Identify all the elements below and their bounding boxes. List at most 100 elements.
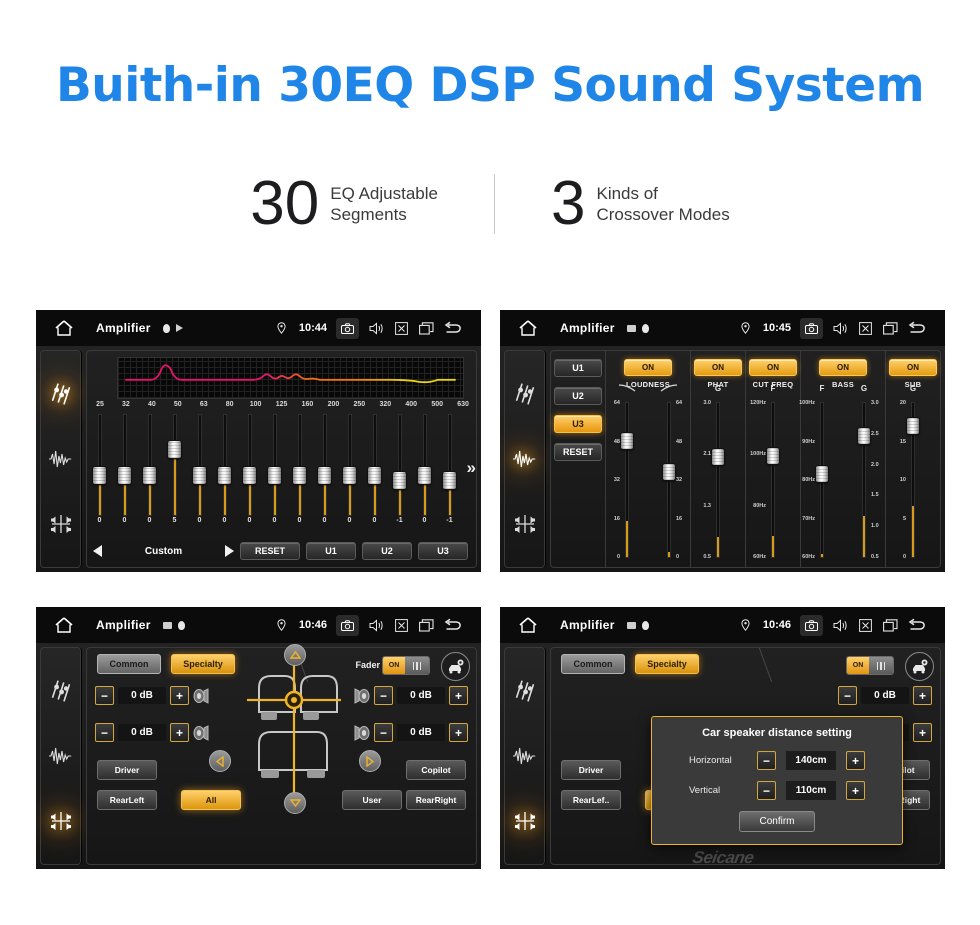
home-icon[interactable] xyxy=(518,319,538,337)
eq-band-slider[interactable] xyxy=(337,415,362,515)
tab-common[interactable]: Common xyxy=(561,654,625,674)
waveform-icon[interactable] xyxy=(512,743,538,769)
car-gear-icon[interactable] xyxy=(905,652,934,681)
fader-toggle[interactable]: ON xyxy=(382,656,430,675)
preset-u1-button[interactable]: U1 xyxy=(306,542,356,560)
equalizer-icon[interactable] xyxy=(48,381,74,407)
back-icon[interactable] xyxy=(443,617,465,633)
balance-icon[interactable] xyxy=(48,808,74,834)
increase-button[interactable]: + xyxy=(449,723,468,742)
eq-band-slider[interactable] xyxy=(237,415,262,515)
slider-thumb[interactable] xyxy=(443,472,456,490)
eq-band-slider[interactable] xyxy=(162,415,187,515)
balance-icon[interactable] xyxy=(48,511,74,537)
equalizer-icon[interactable] xyxy=(512,381,538,407)
slider[interactable]: 64 48 32 16 0 xyxy=(610,384,644,563)
increase-button[interactable]: + xyxy=(913,723,932,742)
increase-button[interactable]: + xyxy=(913,686,932,705)
equalizer-icon[interactable] xyxy=(512,678,538,704)
eq-band-slider[interactable] xyxy=(387,415,412,515)
eq-band-slider[interactable] xyxy=(212,415,237,515)
slider-thumb[interactable] xyxy=(621,432,633,449)
slider-thumb[interactable] xyxy=(293,467,306,484)
close-icon[interactable] xyxy=(393,320,409,336)
tab-specialty[interactable]: Specialty xyxy=(635,654,699,674)
slider-thumb[interactable] xyxy=(816,465,828,482)
waveform-icon[interactable] xyxy=(48,446,74,472)
decrease-button[interactable]: − xyxy=(374,723,393,742)
next-page-icon[interactable]: » xyxy=(467,459,476,476)
slider-thumb[interactable] xyxy=(93,467,106,484)
balance-icon[interactable] xyxy=(512,511,538,537)
camera-icon[interactable] xyxy=(336,317,359,339)
back-icon[interactable] xyxy=(907,617,929,633)
slider-thumb[interactable] xyxy=(218,467,231,484)
seat-button-copilot[interactable]: Copilot xyxy=(406,760,466,780)
slider[interactable]: F 100Hz 90Hz 80Hz 70Hz 60Hz xyxy=(799,384,839,563)
eq-band-slider[interactable] xyxy=(287,415,312,515)
seat-button-rearleft[interactable]: RearLeft xyxy=(97,790,157,810)
waveform-icon[interactable] xyxy=(48,743,74,769)
toggle-sub[interactable]: ON xyxy=(889,359,937,376)
slider-thumb[interactable] xyxy=(418,467,431,484)
eq-band-slider[interactable] xyxy=(412,415,437,515)
seat-button-driver[interactable]: Driver xyxy=(97,760,157,780)
decrease-button[interactable]: − xyxy=(757,751,776,770)
slider-thumb[interactable] xyxy=(907,417,919,434)
recents-icon[interactable] xyxy=(882,320,898,336)
slider[interactable]: G 3.0 2.5 2.0 1.5 1.0 0.5 xyxy=(847,384,881,563)
home-icon[interactable] xyxy=(54,616,74,634)
decrease-button[interactable]: − xyxy=(95,723,114,742)
slider[interactable]: G 3.0 2.1 1.3 0.5 xyxy=(701,384,735,563)
seat-button-rearright[interactable]: RearRight xyxy=(406,790,466,810)
slider-thumb[interactable] xyxy=(318,467,331,484)
eq-band-slider[interactable] xyxy=(137,415,162,515)
decrease-button[interactable]: − xyxy=(374,686,393,705)
slider-thumb[interactable] xyxy=(243,467,256,484)
confirm-button[interactable]: Confirm xyxy=(739,811,815,832)
preset-u2-button[interactable]: U2 xyxy=(554,387,602,405)
increase-button[interactable]: + xyxy=(170,723,189,742)
slider-thumb[interactable] xyxy=(368,467,381,484)
move-left-button[interactable] xyxy=(209,750,231,772)
volume-icon[interactable] xyxy=(368,320,384,336)
prev-preset-icon[interactable] xyxy=(93,545,102,557)
seat-button-driver[interactable]: Driver xyxy=(561,760,621,780)
eq-band-slider[interactable] xyxy=(262,415,287,515)
toggle-bass[interactable]: ON xyxy=(819,359,867,376)
waveform-icon[interactable] xyxy=(512,446,538,472)
move-right-button[interactable] xyxy=(359,750,381,772)
preset-u3-button[interactable]: U3 xyxy=(554,415,602,433)
eq-band-slider[interactable] xyxy=(87,415,112,515)
equalizer-icon[interactable] xyxy=(48,678,74,704)
close-icon[interactable] xyxy=(857,617,873,633)
slider-thumb[interactable] xyxy=(268,467,281,484)
decrease-button[interactable]: − xyxy=(757,781,776,800)
preset-reset-button[interactable]: RESET xyxy=(554,443,602,461)
recents-icon[interactable] xyxy=(418,617,434,633)
volume-icon[interactable] xyxy=(832,617,848,633)
decrease-button[interactable]: − xyxy=(838,686,857,705)
home-icon[interactable] xyxy=(54,319,74,337)
slider-thumb[interactable] xyxy=(663,463,675,480)
car-gear-icon[interactable] xyxy=(441,652,470,681)
eq-band-slider[interactable] xyxy=(362,415,387,515)
back-icon[interactable] xyxy=(907,320,929,336)
toggle-loudness[interactable]: ON xyxy=(624,359,672,376)
close-icon[interactable] xyxy=(857,320,873,336)
volume-icon[interactable] xyxy=(368,617,384,633)
home-icon[interactable] xyxy=(518,616,538,634)
increase-button[interactable]: + xyxy=(846,751,865,770)
balance-icon[interactable] xyxy=(512,808,538,834)
increase-button[interactable]: + xyxy=(449,686,468,705)
slider-thumb[interactable] xyxy=(767,447,779,464)
preset-u2-button[interactable]: U2 xyxy=(362,542,412,560)
camera-icon[interactable] xyxy=(800,317,823,339)
camera-icon[interactable] xyxy=(336,614,359,636)
slider-thumb[interactable] xyxy=(143,467,156,484)
decrease-button[interactable]: − xyxy=(95,686,114,705)
slider-thumb[interactable] xyxy=(393,472,406,490)
next-preset-icon[interactable] xyxy=(225,545,234,557)
preset-u3-button[interactable]: U3 xyxy=(418,542,468,560)
tab-specialty[interactable]: Specialty xyxy=(171,654,235,674)
